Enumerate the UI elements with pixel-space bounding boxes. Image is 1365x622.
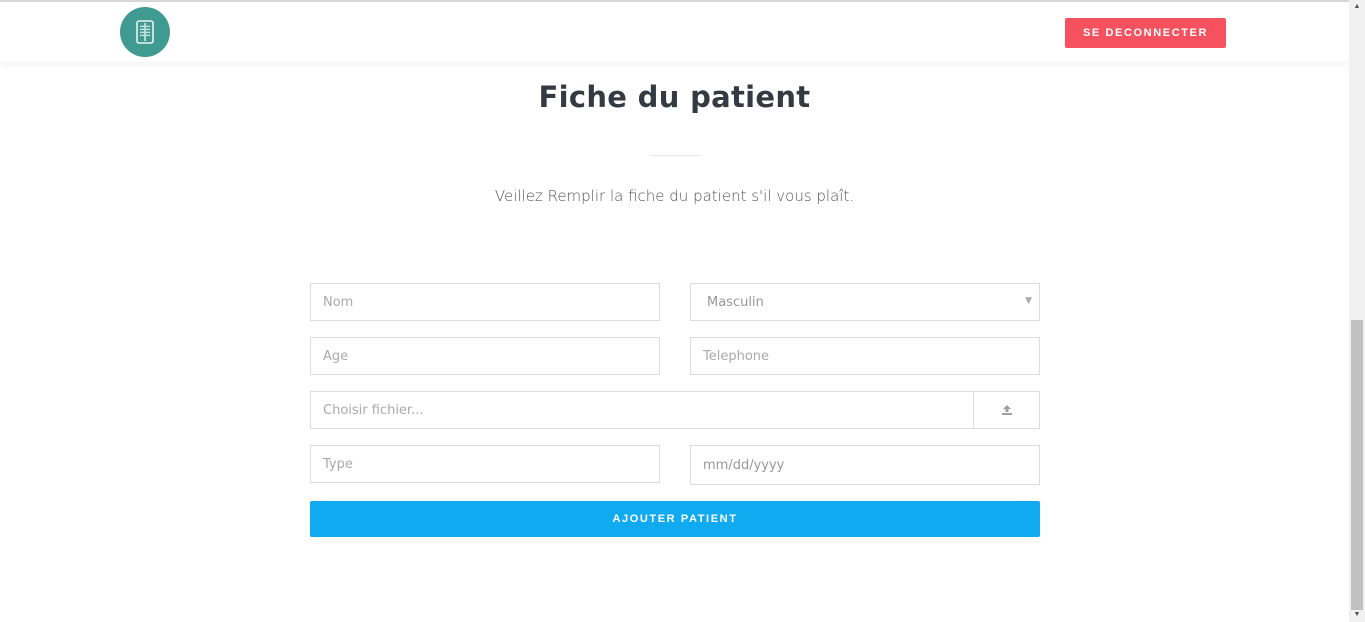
type-input[interactable]: Type bbox=[310, 445, 660, 483]
sexe-selected-value: Masculin bbox=[707, 294, 764, 310]
type-placeholder: Type bbox=[323, 456, 353, 472]
title-divider bbox=[650, 155, 700, 156]
nom-input[interactable]: Nom bbox=[310, 283, 660, 321]
add-patient-button[interactable]: AJOUTER PATIENT bbox=[310, 501, 1040, 537]
scrollbar-thumb[interactable] bbox=[1351, 320, 1363, 610]
file-input[interactable]: Choisir fichier... bbox=[310, 391, 1040, 429]
navbar: SE DECONNECTER bbox=[0, 2, 1349, 62]
lungs-xray-icon bbox=[136, 20, 154, 44]
sexe-select[interactable]: Masculin ▼ bbox=[690, 283, 1040, 321]
file-placeholder: Choisir fichier... bbox=[323, 402, 424, 418]
chevron-down-icon: ▼ bbox=[1025, 296, 1032, 306]
date-input[interactable]: mm/dd/yyyy bbox=[690, 445, 1040, 485]
age-input[interactable]: Age bbox=[310, 337, 660, 375]
page-title: Fiche du patient bbox=[538, 80, 811, 114]
telephone-input[interactable]: Telephone bbox=[690, 337, 1040, 375]
logo[interactable] bbox=[120, 7, 170, 57]
page-subtitle: Veillez Remplir la fiche du patient s'il… bbox=[494, 187, 855, 205]
nom-placeholder: Nom bbox=[323, 294, 354, 310]
scroll-up-icon[interactable]: ▲ bbox=[1349, 0, 1365, 14]
scroll-down-icon[interactable]: ▼ bbox=[1349, 608, 1365, 622]
upload-icon bbox=[1001, 405, 1012, 415]
upload-button[interactable] bbox=[973, 392, 1039, 428]
telephone-placeholder: Telephone bbox=[703, 348, 770, 364]
age-placeholder: Age bbox=[323, 348, 349, 364]
logout-button[interactable]: SE DECONNECTER bbox=[1065, 18, 1226, 48]
date-placeholder: mm/dd/yyyy bbox=[703, 457, 785, 473]
